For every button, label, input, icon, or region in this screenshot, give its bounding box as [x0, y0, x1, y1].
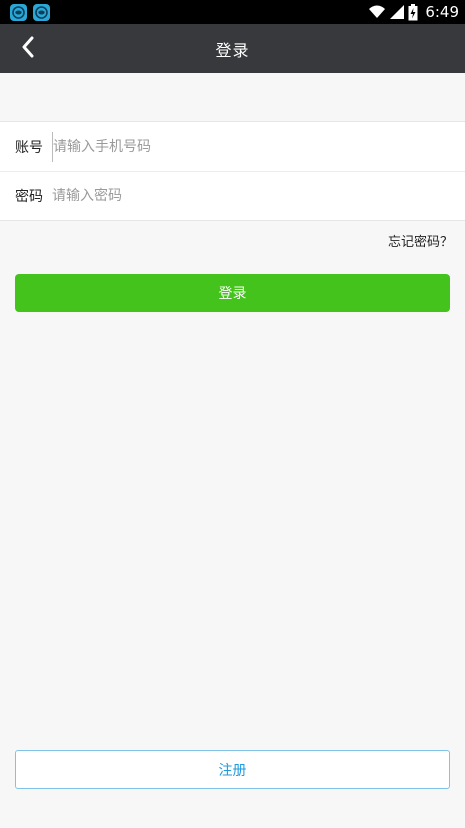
navbar: 登录	[0, 24, 465, 73]
password-label: 密码	[15, 189, 43, 205]
account-input[interactable]	[52, 131, 465, 162]
back-button[interactable]	[8, 24, 48, 73]
page-title: 登录	[215, 40, 250, 60]
status-clock: 6:49	[425, 3, 459, 21]
password-row: 密码	[0, 171, 465, 220]
app-notification-icon	[33, 3, 50, 21]
login-form: 账号 密码	[0, 121, 465, 221]
chevron-left-icon	[21, 36, 35, 62]
status-left-icons	[10, 3, 50, 21]
status-bar: 6:49	[0, 0, 465, 24]
password-input[interactable]	[52, 181, 465, 211]
forgot-password-link[interactable]: 忘记密码？	[388, 231, 453, 250]
register-button[interactable]: 注册	[15, 750, 450, 789]
account-row: 账号	[0, 122, 465, 171]
account-label: 账号	[15, 139, 43, 156]
wifi-icon	[368, 5, 386, 19]
signal-icon	[390, 5, 405, 19]
login-button[interactable]: 登录	[15, 274, 450, 312]
app-notification-icon	[10, 3, 27, 21]
battery-charging-icon	[408, 3, 418, 21]
status-right-icons: 6:49	[368, 3, 459, 21]
